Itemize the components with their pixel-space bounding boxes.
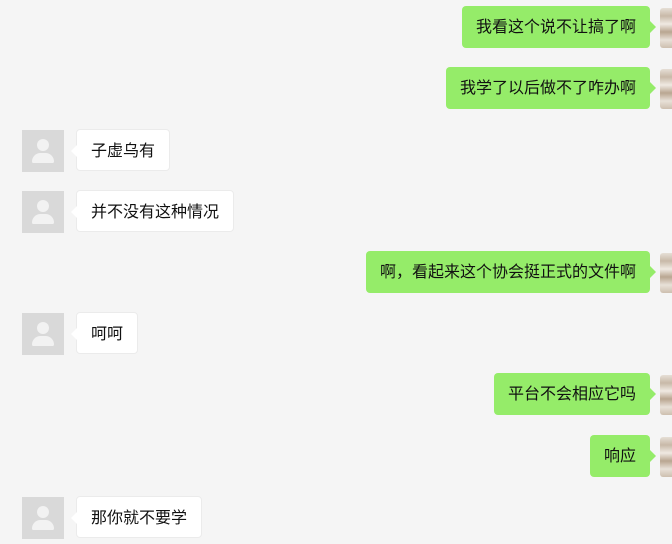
message-row: 我看这个说不让搞了啊 <box>0 6 672 50</box>
sender-avatar[interactable] <box>660 69 672 109</box>
message-row: 平台不会相应它吗 <box>0 373 672 417</box>
sent-message-bubble[interactable]: 我看这个说不让搞了啊 <box>461 6 657 48</box>
sent-message-bubble[interactable]: 我学了以后做不了咋办啊 <box>445 67 657 109</box>
message-row: 并不没有这种情况 <box>0 190 672 234</box>
sender-avatar[interactable] <box>660 375 672 415</box>
received-message-bubble[interactable]: 呵呵 <box>70 312 139 354</box>
received-message-bubble[interactable]: 并不没有这种情况 <box>70 190 235 232</box>
user-silhouette-icon <box>37 322 49 334</box>
message-row: 响应 <box>0 435 672 479</box>
sender-avatar[interactable] <box>660 8 672 48</box>
chat-message-list[interactable]: 我看这个说不让搞了啊 我学了以后做不了咋办啊 子虚乌有 并不没有这种情况 啊，看… <box>0 0 672 544</box>
message-row: 呵呵 <box>0 312 672 356</box>
received-message-bubble[interactable]: 那你就不要学 <box>70 496 203 538</box>
user-silhouette-icon <box>37 506 49 518</box>
contact-avatar[interactable] <box>22 497 64 539</box>
contact-avatar[interactable] <box>22 313 64 355</box>
user-silhouette-icon <box>37 200 49 212</box>
contact-avatar[interactable] <box>22 191 64 233</box>
sent-message-bubble[interactable]: 啊，看起来这个协会挺正式的文件啊 <box>365 251 657 293</box>
message-row: 啊，看起来这个协会挺正式的文件啊 <box>0 251 672 295</box>
sent-message-bubble[interactable]: 响应 <box>589 435 657 477</box>
message-row: 子虚乌有 <box>0 129 672 173</box>
sender-avatar[interactable] <box>660 437 672 477</box>
message-row: 我学了以后做不了咋办啊 <box>0 67 672 111</box>
received-message-bubble[interactable]: 子虚乌有 <box>70 129 171 171</box>
contact-avatar[interactable] <box>22 130 64 172</box>
user-silhouette-icon <box>37 139 49 151</box>
message-row: 那你就不要学 <box>0 496 672 540</box>
sent-message-bubble[interactable]: 平台不会相应它吗 <box>493 373 657 415</box>
sender-avatar[interactable] <box>660 253 672 293</box>
